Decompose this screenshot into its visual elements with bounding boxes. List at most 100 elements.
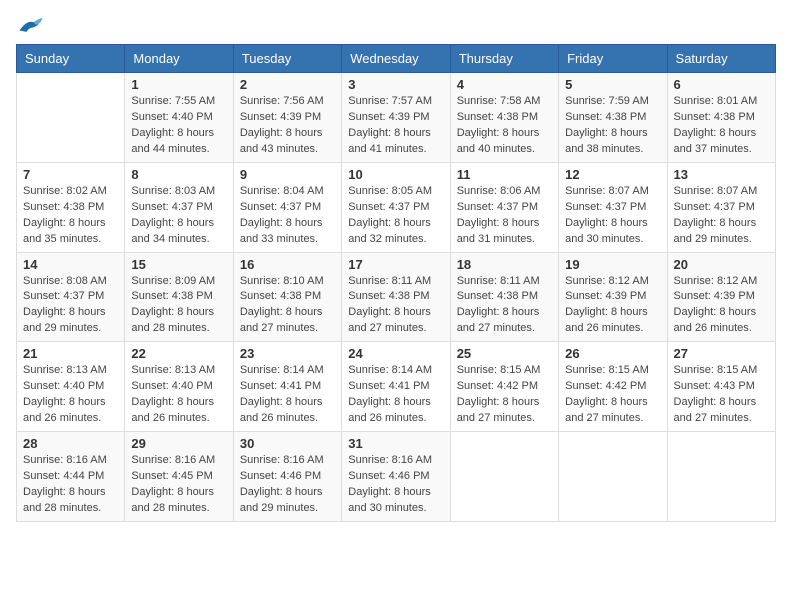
- day-info: Sunrise: 8:14 AMSunset: 4:41 PMDaylight:…: [240, 363, 335, 427]
- day-number: 9: [240, 167, 335, 182]
- day-info: Sunrise: 8:06 AMSunset: 4:37 PMDaylight:…: [457, 184, 552, 248]
- day-info: Sunrise: 7:55 AMSunset: 4:40 PMDaylight:…: [131, 94, 226, 158]
- day-number: 5: [565, 77, 660, 92]
- day-info: Sunrise: 8:15 AMSunset: 4:42 PMDaylight:…: [457, 363, 552, 427]
- day-number: 2: [240, 77, 335, 92]
- day-info: Sunrise: 8:03 AMSunset: 4:37 PMDaylight:…: [131, 184, 226, 248]
- day-info: Sunrise: 8:13 AMSunset: 4:40 PMDaylight:…: [131, 363, 226, 427]
- day-info: Sunrise: 7:56 AMSunset: 4:39 PMDaylight:…: [240, 94, 335, 158]
- day-info: Sunrise: 8:13 AMSunset: 4:40 PMDaylight:…: [23, 363, 118, 427]
- day-info: Sunrise: 7:57 AMSunset: 4:39 PMDaylight:…: [348, 94, 443, 158]
- day-number: 24: [348, 346, 443, 361]
- logo: [16, 16, 48, 38]
- calendar-cell: [667, 432, 775, 522]
- day-number: 10: [348, 167, 443, 182]
- calendar-cell: 27 Sunrise: 8:15 AMSunset: 4:43 PMDayligh…: [667, 342, 775, 432]
- day-number: 27: [674, 346, 769, 361]
- day-info: Sunrise: 7:59 AMSunset: 4:38 PMDaylight:…: [565, 94, 660, 158]
- day-info: Sunrise: 8:09 AMSunset: 4:38 PMDaylight:…: [131, 274, 226, 338]
- page-header: [16, 16, 776, 38]
- weekday-header-thursday: Thursday: [450, 45, 558, 73]
- calendar-cell: 19 Sunrise: 8:12 AMSunset: 4:39 PMDayligh…: [559, 252, 667, 342]
- day-number: 20: [674, 257, 769, 272]
- calendar-cell: [559, 432, 667, 522]
- calendar-cell: 28 Sunrise: 8:16 AMSunset: 4:44 PMDayligh…: [17, 432, 125, 522]
- calendar-header-row: SundayMondayTuesdayWednesdayThursdayFrid…: [17, 45, 776, 73]
- calendar-week-3: 14 Sunrise: 8:08 AMSunset: 4:37 PMDayligh…: [17, 252, 776, 342]
- calendar-cell: 21 Sunrise: 8:13 AMSunset: 4:40 PMDayligh…: [17, 342, 125, 432]
- day-number: 28: [23, 436, 118, 451]
- calendar-cell: 2 Sunrise: 7:56 AMSunset: 4:39 PMDaylight…: [233, 73, 341, 163]
- calendar-cell: 11 Sunrise: 8:06 AMSunset: 4:37 PMDayligh…: [450, 162, 558, 252]
- logo-bird-icon: [16, 16, 44, 38]
- day-info: Sunrise: 7:58 AMSunset: 4:38 PMDaylight:…: [457, 94, 552, 158]
- weekday-header-monday: Monday: [125, 45, 233, 73]
- day-info: Sunrise: 8:04 AMSunset: 4:37 PMDaylight:…: [240, 184, 335, 248]
- calendar-week-1: 1 Sunrise: 7:55 AMSunset: 4:40 PMDaylight…: [17, 73, 776, 163]
- calendar-cell: 26 Sunrise: 8:15 AMSunset: 4:42 PMDayligh…: [559, 342, 667, 432]
- day-info: Sunrise: 8:12 AMSunset: 4:39 PMDaylight:…: [674, 274, 769, 338]
- calendar-cell: 16 Sunrise: 8:10 AMSunset: 4:38 PMDayligh…: [233, 252, 341, 342]
- day-number: 15: [131, 257, 226, 272]
- calendar-cell: 22 Sunrise: 8:13 AMSunset: 4:40 PMDayligh…: [125, 342, 233, 432]
- day-number: 12: [565, 167, 660, 182]
- day-number: 8: [131, 167, 226, 182]
- day-number: 25: [457, 346, 552, 361]
- day-info: Sunrise: 8:16 AMSunset: 4:44 PMDaylight:…: [23, 453, 118, 517]
- day-info: Sunrise: 8:11 AMSunset: 4:38 PMDaylight:…: [457, 274, 552, 338]
- day-info: Sunrise: 8:10 AMSunset: 4:38 PMDaylight:…: [240, 274, 335, 338]
- day-number: 23: [240, 346, 335, 361]
- day-number: 4: [457, 77, 552, 92]
- day-number: 26: [565, 346, 660, 361]
- day-number: 22: [131, 346, 226, 361]
- calendar-cell: 20 Sunrise: 8:12 AMSunset: 4:39 PMDayligh…: [667, 252, 775, 342]
- calendar-cell: 23 Sunrise: 8:14 AMSunset: 4:41 PMDayligh…: [233, 342, 341, 432]
- day-number: 31: [348, 436, 443, 451]
- day-info: Sunrise: 8:08 AMSunset: 4:37 PMDaylight:…: [23, 274, 118, 338]
- day-number: 13: [674, 167, 769, 182]
- day-number: 19: [565, 257, 660, 272]
- calendar-table: SundayMondayTuesdayWednesdayThursdayFrid…: [16, 44, 776, 522]
- day-number: 30: [240, 436, 335, 451]
- calendar-cell: 3Sunrise: 7:57 AMSunset: 4:39 PMDaylight…: [342, 73, 450, 163]
- day-number: 11: [457, 167, 552, 182]
- calendar-cell: 13 Sunrise: 8:07 AMSunset: 4:37 PMDayligh…: [667, 162, 775, 252]
- calendar-week-5: 28 Sunrise: 8:16 AMSunset: 4:44 PMDayligh…: [17, 432, 776, 522]
- day-number: 21: [23, 346, 118, 361]
- day-info: Sunrise: 8:16 AMSunset: 4:46 PMDaylight:…: [240, 453, 335, 517]
- calendar-cell: 29Sunrise: 8:16 AMSunset: 4:45 PMDayligh…: [125, 432, 233, 522]
- day-info: Sunrise: 8:01 AMSunset: 4:38 PMDaylight:…: [674, 94, 769, 158]
- weekday-header-wednesday: Wednesday: [342, 45, 450, 73]
- calendar-cell: [17, 73, 125, 163]
- calendar-cell: 12 Sunrise: 8:07 AMSunset: 4:37 PMDayligh…: [559, 162, 667, 252]
- day-number: 6: [674, 77, 769, 92]
- day-info: Sunrise: 8:15 AMSunset: 4:43 PMDaylight:…: [674, 363, 769, 427]
- calendar-cell: 30 Sunrise: 8:16 AMSunset: 4:46 PMDayligh…: [233, 432, 341, 522]
- calendar-cell: 24Sunrise: 8:14 AMSunset: 4:41 PMDayligh…: [342, 342, 450, 432]
- day-number: 14: [23, 257, 118, 272]
- weekday-header-tuesday: Tuesday: [233, 45, 341, 73]
- calendar-week-2: 7Sunrise: 8:02 AMSunset: 4:38 PMDaylight…: [17, 162, 776, 252]
- calendar-cell: 1 Sunrise: 7:55 AMSunset: 4:40 PMDaylight…: [125, 73, 233, 163]
- calendar-cell: 6 Sunrise: 8:01 AMSunset: 4:38 PMDaylight…: [667, 73, 775, 163]
- day-number: 18: [457, 257, 552, 272]
- calendar-cell: 5 Sunrise: 7:59 AMSunset: 4:38 PMDaylight…: [559, 73, 667, 163]
- calendar-cell: [450, 432, 558, 522]
- weekday-header-saturday: Saturday: [667, 45, 775, 73]
- day-number: 1: [131, 77, 226, 92]
- day-number: 16: [240, 257, 335, 272]
- day-info: Sunrise: 8:07 AMSunset: 4:37 PMDaylight:…: [565, 184, 660, 248]
- day-info: Sunrise: 8:12 AMSunset: 4:39 PMDaylight:…: [565, 274, 660, 338]
- day-info: Sunrise: 8:05 AMSunset: 4:37 PMDaylight:…: [348, 184, 443, 248]
- day-number: 17: [348, 257, 443, 272]
- calendar-cell: 9 Sunrise: 8:04 AMSunset: 4:37 PMDaylight…: [233, 162, 341, 252]
- day-info: Sunrise: 8:07 AMSunset: 4:37 PMDaylight:…: [674, 184, 769, 248]
- day-info: Sunrise: 8:15 AMSunset: 4:42 PMDaylight:…: [565, 363, 660, 427]
- calendar-week-4: 21 Sunrise: 8:13 AMSunset: 4:40 PMDayligh…: [17, 342, 776, 432]
- calendar-cell: 31 Sunrise: 8:16 AMSunset: 4:46 PMDayligh…: [342, 432, 450, 522]
- calendar-cell: 8 Sunrise: 8:03 AMSunset: 4:37 PMDaylight…: [125, 162, 233, 252]
- day-info: Sunrise: 8:16 AMSunset: 4:46 PMDaylight:…: [348, 453, 443, 517]
- calendar-cell: 7Sunrise: 8:02 AMSunset: 4:38 PMDaylight…: [17, 162, 125, 252]
- day-info: Sunrise: 8:16 AMSunset: 4:45 PMDaylight:…: [131, 453, 226, 517]
- weekday-header-sunday: Sunday: [17, 45, 125, 73]
